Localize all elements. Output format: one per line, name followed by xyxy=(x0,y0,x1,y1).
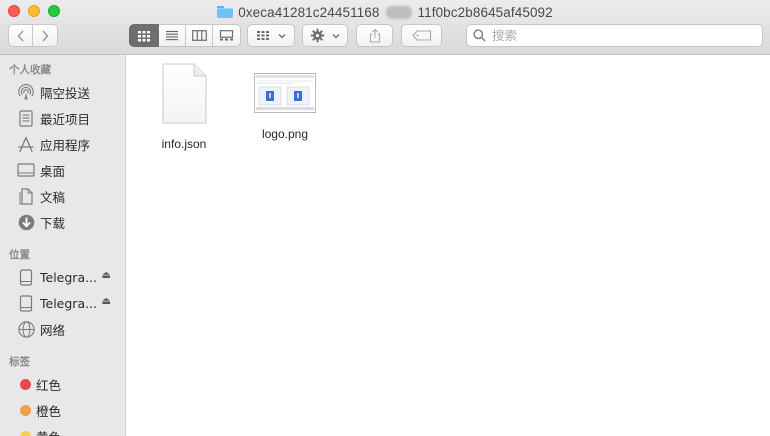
group-icon xyxy=(257,31,269,40)
chevron-down-icon xyxy=(332,33,340,38)
sidebar-item-downloads[interactable]: 下载 xyxy=(17,212,121,232)
group-by-button[interactable] xyxy=(247,24,295,47)
applications-icon xyxy=(17,135,35,153)
column-view-icon xyxy=(191,30,207,41)
edit-tags-button[interactable] xyxy=(401,24,442,47)
tag-orange-dot xyxy=(20,404,31,416)
eject-icon[interactable]: ⏏ xyxy=(102,270,111,281)
sidebar-item-label: 最近项目 xyxy=(40,111,91,127)
sidebar-item-tag-red[interactable]: 红色 xyxy=(17,374,121,394)
forward-button[interactable] xyxy=(33,24,58,47)
file-browser: info.json logo.png xyxy=(126,55,770,436)
sidebar-item-label: 文稿 xyxy=(40,189,66,205)
finder-window: 0xeca41281c24451168 11f0bc2b8645af45092 xyxy=(0,0,770,436)
sidebar-item-label: Telegra... xyxy=(40,269,98,285)
icon-view-button[interactable] xyxy=(129,24,159,47)
search-field[interactable] xyxy=(466,24,763,47)
sidebar-item-label: Telegra... xyxy=(40,295,98,311)
file-item-info-json[interactable]: info.json xyxy=(139,63,229,151)
share-icon xyxy=(369,28,380,43)
toolbar: 0xeca41281c24451168 11f0bc2b8645af45092 xyxy=(0,0,770,55)
gallery-view-icon xyxy=(219,30,234,41)
title-suffix: 11f0bc2b8645af45092 xyxy=(417,4,553,20)
file-name: logo.png xyxy=(261,127,309,141)
gear-icon xyxy=(310,28,325,43)
network-icon xyxy=(17,320,35,338)
share-button[interactable] xyxy=(356,24,393,47)
tag-red-dot xyxy=(20,378,31,390)
file-item-logo-png[interactable]: logo.png xyxy=(240,63,330,141)
action-button[interactable] xyxy=(302,24,348,47)
disk-icon xyxy=(17,294,35,312)
tags-header: 标签 xyxy=(9,356,30,368)
sidebar-item-label: 黄色 xyxy=(36,427,61,436)
desktop-icon xyxy=(17,161,35,179)
title-prefix: 0xeca41281c24451168 xyxy=(238,4,380,20)
tag-icon xyxy=(411,30,431,41)
window-title: 0xeca41281c24451168 11f0bc2b8645af45092 xyxy=(0,3,770,21)
sidebar-item-airdrop[interactable]: 隔空投送 xyxy=(17,82,121,102)
sidebar-item-label: 下载 xyxy=(40,215,66,231)
sidebar-item-recents[interactable]: 最近项目 xyxy=(17,108,121,128)
eject-icon[interactable]: ⏏ xyxy=(102,296,111,307)
disk-icon xyxy=(17,268,35,286)
sidebar-item-label: 桌面 xyxy=(40,163,66,179)
sidebar-item-network[interactable]: 网络 xyxy=(17,319,121,339)
view-mode-control xyxy=(129,24,241,47)
back-icon xyxy=(16,29,24,42)
tag-yellow-dot xyxy=(20,430,31,436)
sidebar-item-desktop[interactable]: 桌面 xyxy=(17,160,121,180)
nav-buttons xyxy=(8,24,58,47)
sidebar-item-telegram-disk-2[interactable]: Telegra... ⏏ xyxy=(17,293,121,313)
forward-icon xyxy=(42,29,49,42)
column-view-button[interactable] xyxy=(186,24,213,47)
sidebar-item-documents[interactable]: 文稿 xyxy=(17,186,121,206)
sidebar-item-telegram-disk-1[interactable]: Telegra... ⏏ xyxy=(17,267,121,287)
locations-header: 位置 xyxy=(9,249,30,261)
sidebar-item-label: 网络 xyxy=(40,322,66,338)
sidebar: 个人收藏 隔空投送 最近项目 应用程序 桌面 文稿 下载 位置 Telegra.… xyxy=(0,55,126,436)
icon-view-icon xyxy=(138,30,150,41)
document-icon xyxy=(162,63,207,124)
folder-icon xyxy=(217,6,234,18)
list-view-icon xyxy=(166,30,178,41)
search-input[interactable] xyxy=(490,27,744,44)
back-button[interactable] xyxy=(8,24,33,47)
sidebar-item-label: 红色 xyxy=(36,377,62,393)
sidebar-item-label: 应用程序 xyxy=(40,137,91,153)
downloads-icon xyxy=(17,213,35,231)
sidebar-item-tag-yellow[interactable]: 黄色 xyxy=(17,426,121,436)
airdrop-icon xyxy=(17,83,35,101)
favorites-header: 个人收藏 xyxy=(9,64,51,76)
search-icon xyxy=(473,29,486,42)
sidebar-item-label: 橙色 xyxy=(36,403,62,419)
gallery-view-button[interactable] xyxy=(213,24,241,47)
list-view-button[interactable] xyxy=(159,24,186,47)
redaction-blur xyxy=(385,5,412,19)
file-name: info.json xyxy=(161,137,207,151)
sidebar-item-label: 隔空投送 xyxy=(40,85,91,101)
chevron-down-icon xyxy=(278,33,286,38)
sidebar-item-applications[interactable]: 应用程序 xyxy=(17,134,121,154)
recents-icon xyxy=(17,109,35,127)
sidebar-item-tag-orange[interactable]: 橙色 xyxy=(17,400,121,420)
documents-icon xyxy=(17,187,35,205)
image-thumbnail-icon xyxy=(254,73,316,113)
